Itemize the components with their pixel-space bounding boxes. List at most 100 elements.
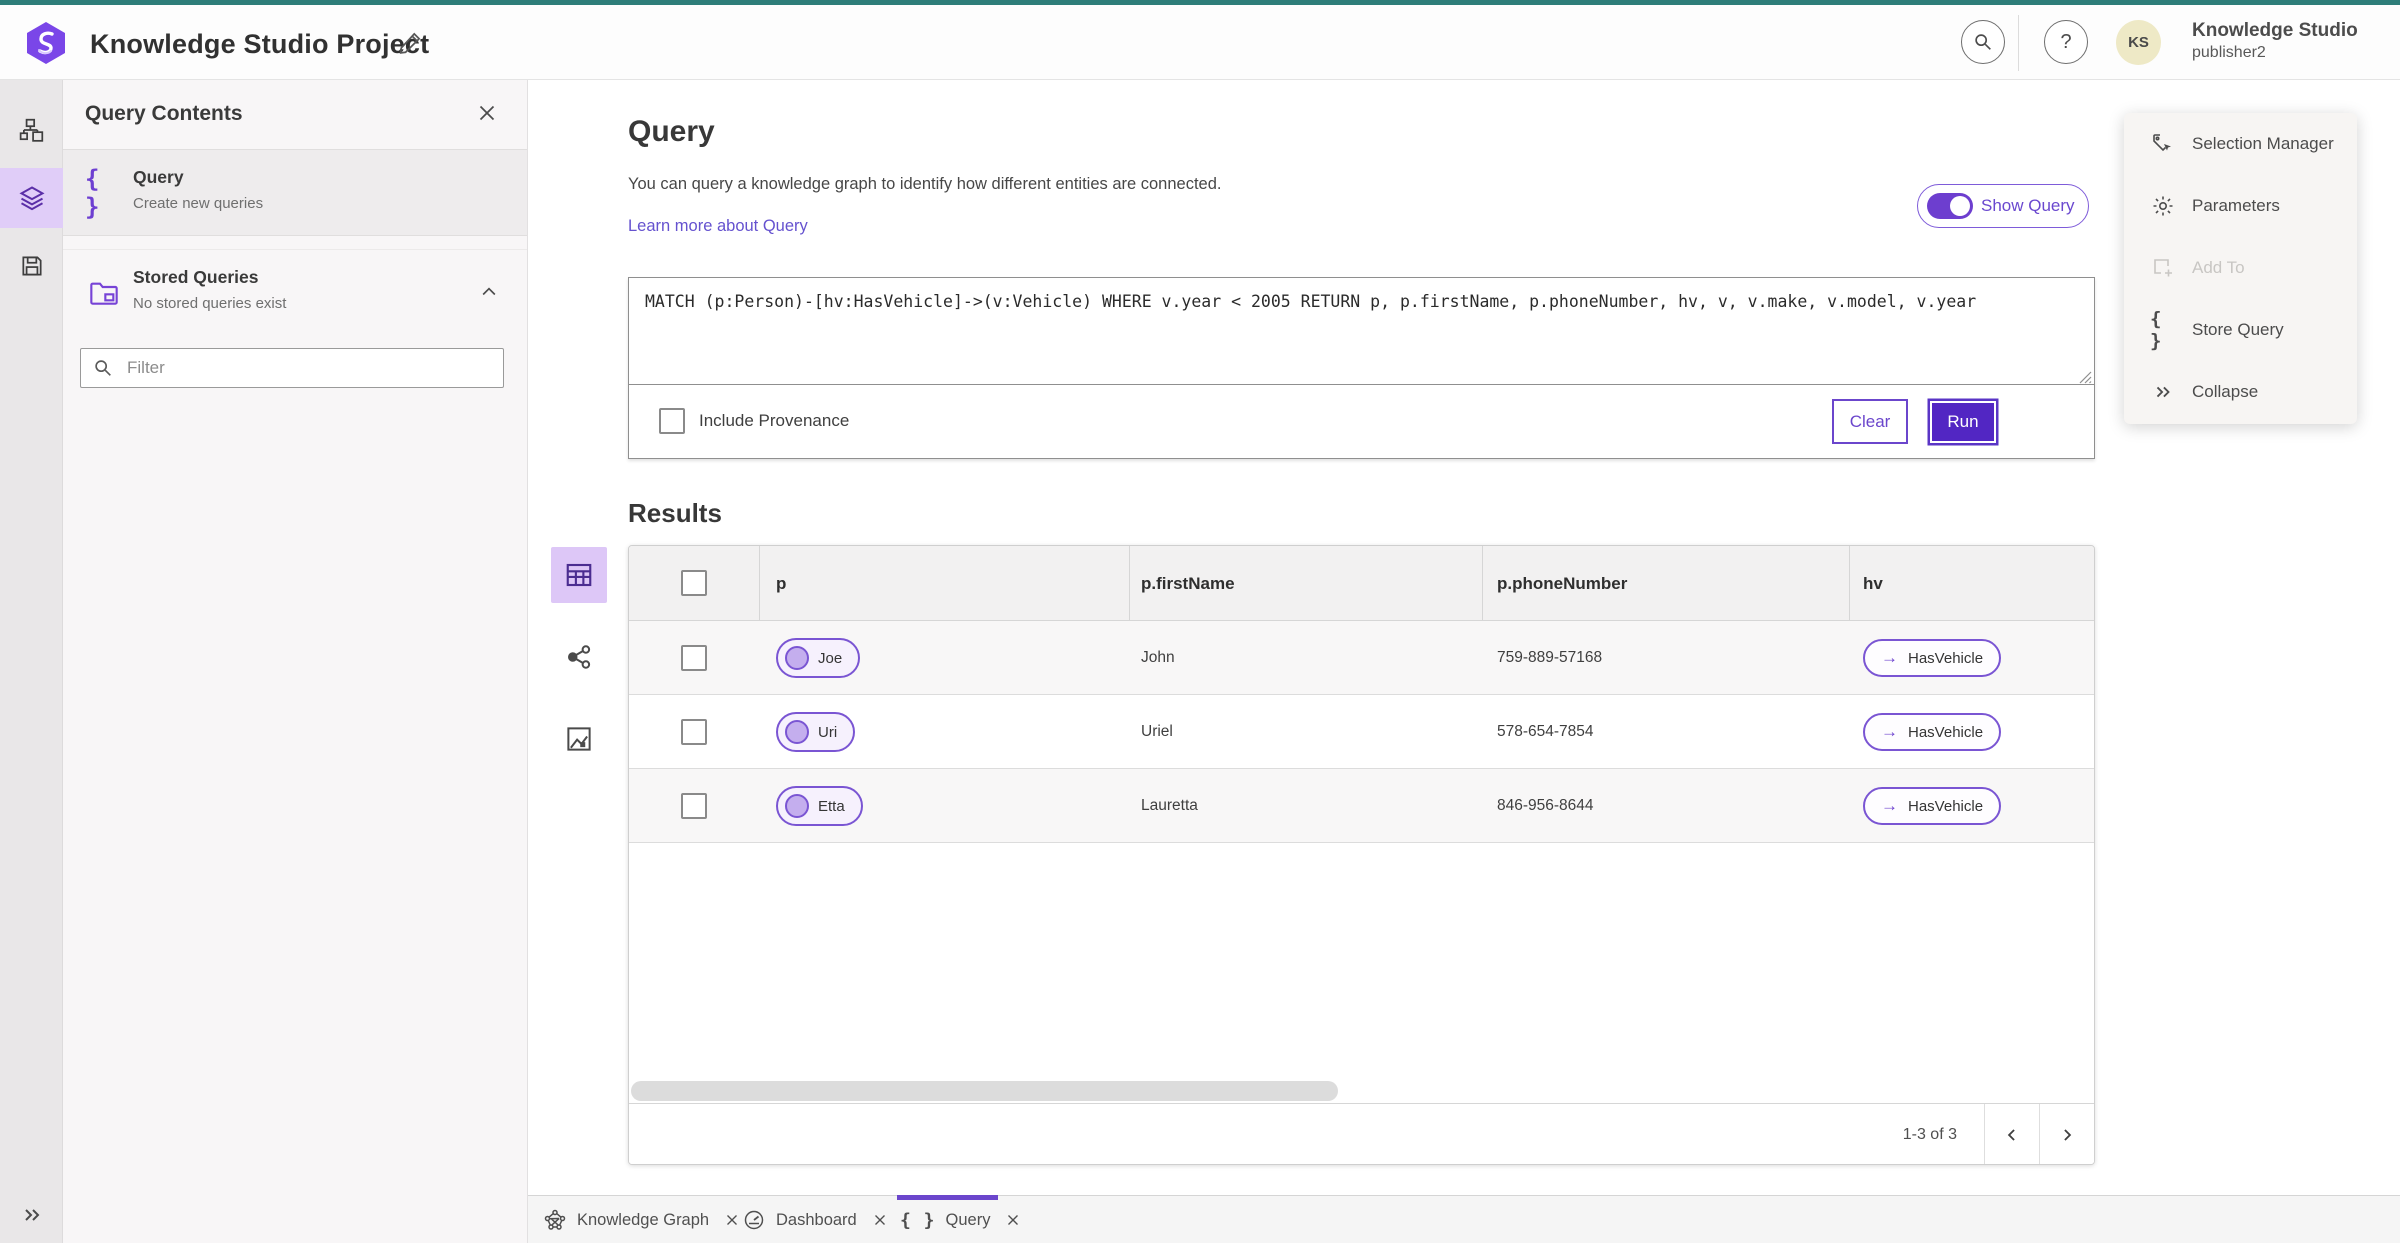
edge-chip[interactable]: → HasVehicle xyxy=(1863,713,2002,751)
graph-view-button[interactable] xyxy=(551,629,607,685)
query-actions-panel: Selection Manager Parameters Add To { } … xyxy=(2124,113,2357,424)
query-editor-input[interactable]: MATCH (p:Person)-[hv:HasVehicle]->(v:Veh… xyxy=(629,278,2094,385)
edge-label: HasVehicle xyxy=(1908,723,1984,741)
collapse-section-button[interactable] xyxy=(479,282,499,302)
selection-manager-button[interactable]: Selection Manager xyxy=(2124,113,2357,175)
tab-dashboard[interactable]: Dashboard xyxy=(742,1196,889,1243)
bottom-tab-bar: Knowledge Graph Dashboard { } Query xyxy=(528,1195,2400,1243)
action-label: Selection Manager xyxy=(2192,134,2334,153)
tab-label: Knowledge Graph xyxy=(577,1210,710,1229)
model-tree-icon xyxy=(19,118,43,142)
chart-icon xyxy=(567,727,591,751)
save-icon xyxy=(21,256,42,276)
node-label: Joe xyxy=(818,649,843,667)
app-name: Knowledge Studio xyxy=(2192,20,2358,41)
node-chip[interactable]: Etta xyxy=(776,786,863,826)
search-button[interactable] xyxy=(1961,20,2005,64)
column-header-phonenumber[interactable]: p.phoneNumber xyxy=(1497,546,1627,621)
page-title: Query xyxy=(628,115,715,148)
close-tab-icon[interactable] xyxy=(723,1211,741,1229)
layers-icon xyxy=(18,186,45,211)
edit-title-icon[interactable] xyxy=(398,29,424,55)
save-view-button[interactable] xyxy=(0,236,63,296)
parameters-button[interactable]: Parameters xyxy=(2124,175,2357,237)
table-view-button[interactable] xyxy=(551,547,607,603)
arrow-right-icon: → xyxy=(1881,722,1898,741)
action-label: Collapse xyxy=(2192,382,2259,401)
node-dot-icon xyxy=(785,794,809,818)
knowledge-graph-icon xyxy=(543,1208,567,1232)
toggle-knob xyxy=(1950,196,1970,216)
cell-phonenumber: 578-654-7854 xyxy=(1497,723,1594,740)
learn-more-link[interactable]: Learn more about Query xyxy=(628,217,808,236)
avatar-initials: KS xyxy=(2128,34,2149,51)
close-panel-button[interactable] xyxy=(474,100,502,128)
row-checkbox[interactable] xyxy=(681,793,707,819)
node-label: Etta xyxy=(818,797,845,815)
edge-chip[interactable]: → HasVehicle xyxy=(1863,639,2002,677)
left-icon-rail xyxy=(0,80,63,1243)
query-contents-panel: Query Contents { } Query Create new quer… xyxy=(63,80,528,1243)
include-provenance-label: Include Provenance xyxy=(699,411,850,430)
arrow-right-icon: → xyxy=(1881,648,1898,667)
clear-button[interactable]: Clear xyxy=(1832,399,1908,444)
table-icon xyxy=(566,563,592,587)
node-chip[interactable]: Joe xyxy=(776,638,861,678)
collapse-panel-button[interactable]: Collapse xyxy=(2124,361,2357,423)
braces-icon: { } xyxy=(900,1209,936,1231)
store-query-button[interactable]: { } Store Query xyxy=(2124,299,2357,361)
user-avatar[interactable]: KS xyxy=(2116,20,2161,65)
node-chip[interactable]: Uri xyxy=(776,712,856,752)
table-row: Etta Lauretta 846-956-8644 → HasVehicle xyxy=(629,769,2094,843)
close-tab-icon[interactable] xyxy=(871,1211,889,1229)
column-header-firstname[interactable]: p.firstName xyxy=(1141,546,1235,621)
query-footer: Include Provenance Clear Run xyxy=(629,385,2094,458)
add-to-button: Add To xyxy=(2124,237,2357,299)
include-provenance-checkbox[interactable] xyxy=(659,408,685,434)
tab-query[interactable]: { } Query xyxy=(900,1196,1022,1243)
panel-section-gap xyxy=(63,236,527,250)
filter-field-wrap xyxy=(80,348,504,388)
edge-chip[interactable]: → HasVehicle xyxy=(1863,787,2002,825)
previous-page-button[interactable] xyxy=(1984,1104,2039,1164)
query-item-description: Create new queries xyxy=(133,195,264,212)
sidebar-item-stored-queries[interactable]: Stored Queries No stored queries exist xyxy=(63,250,527,336)
model-view-button[interactable] xyxy=(0,100,63,160)
node-dot-icon xyxy=(785,646,809,670)
double-chevron-right-icon xyxy=(2150,379,2176,405)
tab-label: Query xyxy=(945,1210,991,1229)
column-header-hv[interactable]: hv xyxy=(1863,546,1883,621)
filter-input[interactable] xyxy=(80,348,504,388)
app-logo-icon[interactable] xyxy=(24,21,68,65)
cell-firstname: Lauretta xyxy=(1141,797,1198,814)
resize-handle[interactable] xyxy=(2079,371,2092,384)
cell-phonenumber: 846-956-8644 xyxy=(1497,797,1594,814)
select-all-checkbox[interactable] xyxy=(681,570,707,596)
app-header: Knowledge Studio Project ? KS Knowledge … xyxy=(0,5,2400,80)
row-checkbox[interactable] xyxy=(681,645,707,671)
tab-label: Dashboard xyxy=(776,1210,857,1229)
add-to-icon xyxy=(2150,255,2176,281)
help-button[interactable]: ? xyxy=(2044,20,2088,64)
pagination-range: 1-3 of 3 xyxy=(1902,1125,1957,1143)
next-page-button[interactable] xyxy=(2039,1104,2094,1164)
action-label: Store Query xyxy=(2192,320,2284,339)
scrollbar-thumb[interactable] xyxy=(631,1081,1338,1101)
stored-queries-description: No stored queries exist xyxy=(133,295,287,312)
column-header-p[interactable]: p xyxy=(776,546,786,621)
toggle-track xyxy=(1927,193,1973,219)
run-button[interactable]: Run xyxy=(1930,401,1996,443)
account-info: Knowledge Studio publisher2 xyxy=(2192,19,2358,63)
tab-knowledge-graph[interactable]: Knowledge Graph xyxy=(543,1196,741,1243)
chart-view-button[interactable] xyxy=(551,711,607,767)
query-layers-button[interactable] xyxy=(0,168,63,228)
expand-rail-button[interactable] xyxy=(0,1190,63,1240)
show-query-toggle[interactable]: Show Query xyxy=(1917,184,2089,228)
action-label: Parameters xyxy=(2192,196,2280,215)
horizontal-scrollbar xyxy=(629,1079,2094,1104)
row-checkbox[interactable] xyxy=(681,719,707,745)
close-tab-icon[interactable] xyxy=(1004,1211,1022,1229)
table-row: Uri Uriel 578-654-7854 → HasVehicle xyxy=(629,695,2094,769)
cell-firstname: John xyxy=(1141,649,1175,666)
sidebar-item-query[interactable]: { } Query Create new queries xyxy=(63,150,527,236)
